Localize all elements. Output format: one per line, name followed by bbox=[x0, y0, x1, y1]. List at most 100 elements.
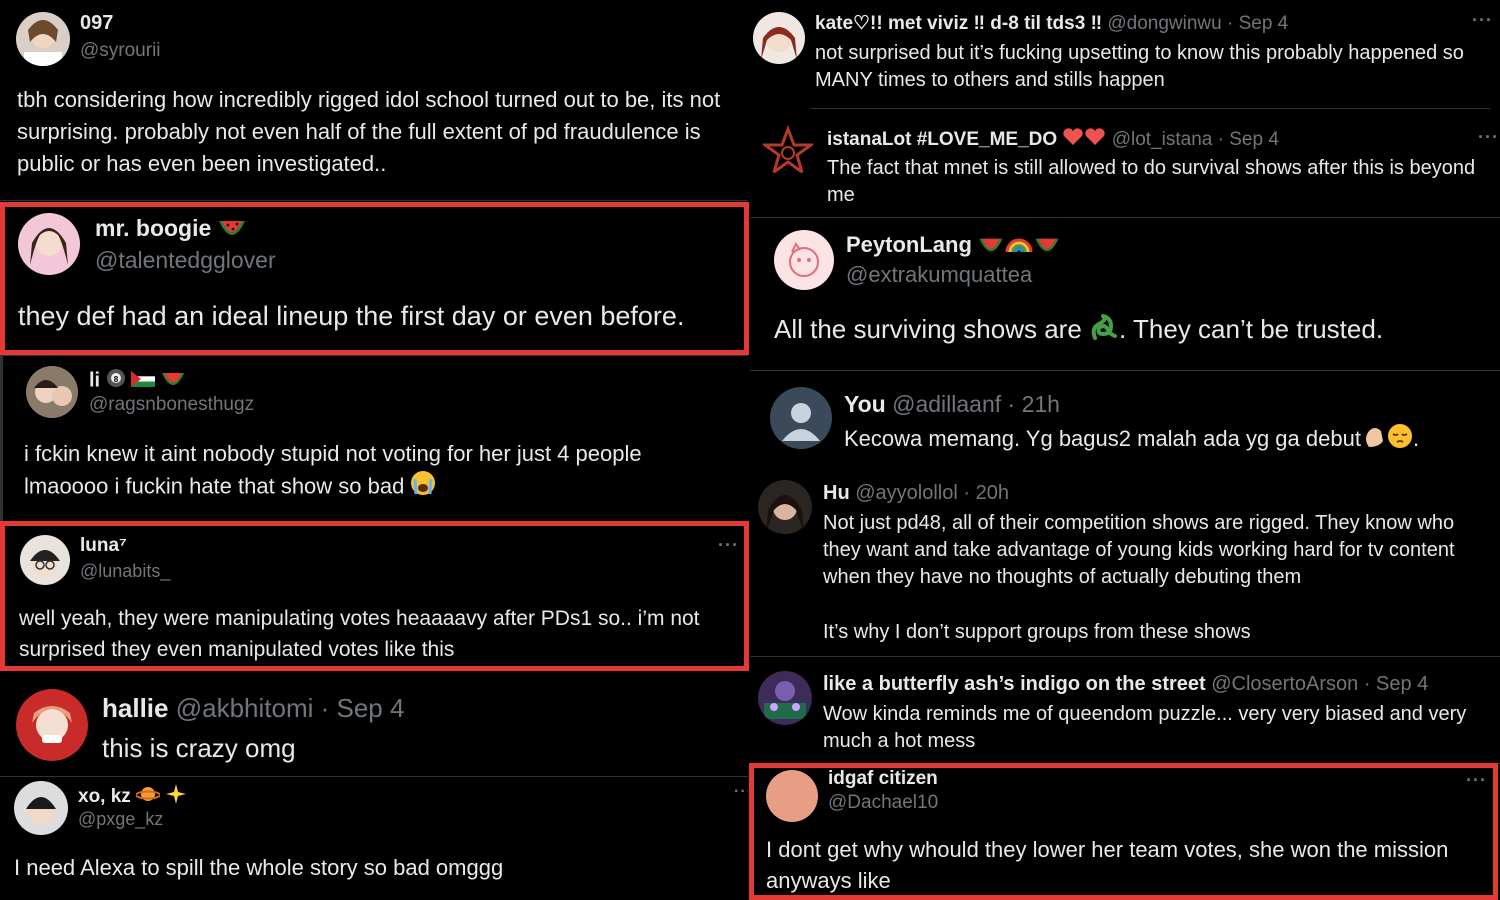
tweet-text-period: . bbox=[1412, 425, 1420, 451]
avatar[interactable] bbox=[770, 387, 832, 449]
display-name-row[interactable]: like a butterfly ash’s indigo on the str… bbox=[823, 673, 1428, 696]
display-name[interactable]: like a butterfly ash’s indigo on the str… bbox=[823, 673, 1206, 695]
reply-tweet[interactable]: hallie @akbhitomi · Sep 4 this is crazy … bbox=[0, 671, 748, 777]
timestamp[interactable]: · Sep 4 bbox=[1364, 673, 1428, 695]
display-name[interactable]: luna⁷ bbox=[80, 535, 127, 557]
reply-tweet[interactable]: idgaf citizen @Dachael10 ··· I dont get … bbox=[750, 764, 1500, 900]
avatar[interactable] bbox=[766, 770, 818, 822]
reply-tweet[interactable]: li 8 @ragsnbonesthugz i fckin knew it ai… bbox=[0, 356, 748, 523]
ringed-planet-emoji bbox=[135, 784, 162, 810]
avatar[interactable] bbox=[774, 230, 834, 290]
display-name[interactable]: istanaLot #LOVE_ME_DO bbox=[827, 129, 1057, 150]
sparkles-emoji bbox=[165, 783, 187, 811]
display-name[interactable]: You bbox=[844, 391, 886, 417]
display-name[interactable]: PeytonLang bbox=[846, 232, 972, 257]
avatar[interactable] bbox=[26, 366, 78, 418]
reply-tweet[interactable]: like a butterfly ash’s indigo on the str… bbox=[750, 657, 1500, 764]
display-name-row[interactable]: PeytonLang bbox=[846, 232, 1060, 260]
reply-tweet[interactable]: 097 @syrourii tbh considering how incred… bbox=[0, 0, 748, 201]
display-name-row[interactable]: xo, kz bbox=[78, 783, 187, 811]
tweet-text: not surprised but it’s fucking upsetting… bbox=[815, 42, 1464, 91]
user-handle[interactable]: @lot_istana bbox=[1112, 129, 1213, 150]
tweet-text: tbh considering how incredibly rigged id… bbox=[17, 87, 721, 176]
avatar[interactable] bbox=[753, 12, 805, 64]
snake-emoji bbox=[1089, 312, 1119, 350]
tweet-text: Kecowa memang. Yg bagus2 malah ada yg ga… bbox=[844, 425, 1361, 451]
display-name-row[interactable]: You @adillaanf · 21h bbox=[844, 391, 1060, 418]
avatar[interactable] bbox=[14, 781, 68, 835]
timestamp[interactable]: · 21h bbox=[1008, 391, 1060, 417]
display-name[interactable]: kate♡!! met viviz ‼ d-8 til tds3 ‼ bbox=[815, 13, 1102, 34]
avatar[interactable] bbox=[16, 12, 70, 66]
display-name-row[interactable]: mr. boogie bbox=[95, 215, 246, 243]
tweet-text: All the surviving shows are bbox=[774, 314, 1082, 344]
user-handle[interactable]: @adillaanf bbox=[892, 391, 1001, 417]
avatar[interactable] bbox=[758, 671, 812, 725]
pool-8-ball-emoji: 8 bbox=[106, 368, 126, 394]
tweet-text: . They can’t be trusted. bbox=[1119, 314, 1384, 344]
reply-tweet[interactable]: PeytonLang @extrakumquattea All the surv… bbox=[750, 218, 1500, 371]
display-name-row[interactable]: Hu @ayyolollol · 20h bbox=[823, 482, 1009, 505]
user-handle[interactable]: @ClosertoArson bbox=[1211, 673, 1358, 695]
reply-tweet[interactable]: kate♡!! met viviz ‼ d-8 til tds3 ‼ @dong… bbox=[750, 0, 1500, 108]
watermelon-emoji bbox=[1034, 233, 1060, 259]
thread-line bbox=[0, 356, 3, 522]
tweet-text: I need Alexa to spill the whole story so… bbox=[14, 855, 504, 880]
display-name-row[interactable]: li 8 bbox=[89, 368, 185, 394]
avatar[interactable] bbox=[758, 480, 812, 534]
tweet-text: Wow kinda reminds me of queendom puzzle.… bbox=[823, 703, 1467, 752]
avatar[interactable] bbox=[762, 125, 814, 177]
user-handle[interactable]: @ayyolollol bbox=[855, 482, 958, 504]
avatar[interactable] bbox=[20, 535, 70, 585]
reply-tweet[interactable]: luna⁷ @lunabits_ ··· well yeah, they wer… bbox=[0, 523, 748, 671]
display-name[interactable]: li bbox=[89, 369, 100, 391]
more-options-icon[interactable]: ··· bbox=[718, 535, 739, 556]
user-handle[interactable]: @ragsnbonesthugz bbox=[89, 394, 254, 416]
timestamp[interactable]: · Sep 4 bbox=[1218, 129, 1279, 150]
user-handle[interactable]: @talentedgglover bbox=[95, 247, 276, 274]
display-name[interactable]: mr. boogie bbox=[95, 215, 211, 241]
user-handle[interactable]: @pxge_kz bbox=[78, 809, 163, 830]
display-name-row[interactable]: hallie @akbhitomi · Sep 4 bbox=[102, 693, 404, 724]
tweet-text-paragraph: It’s why I don’t support groups from the… bbox=[823, 621, 1251, 643]
avatar[interactable] bbox=[18, 213, 80, 275]
display-name[interactable]: hallie bbox=[102, 693, 168, 723]
tweet-text: well yeah, they were manipulating votes … bbox=[19, 607, 700, 661]
more-options-icon[interactable]: ··· bbox=[1478, 127, 1499, 148]
reply-tweet[interactable]: Hu @ayyolollol · 20h Not just pd48, all … bbox=[750, 472, 1500, 657]
more-options-icon[interactable]: ··· bbox=[1466, 770, 1487, 791]
timestamp[interactable]: · Sep 4 bbox=[321, 693, 405, 723]
display-name-row[interactable]: kate♡!! met viviz ‼ d-8 til tds3 ‼ @dong… bbox=[815, 12, 1288, 35]
display-name[interactable]: idgaf citizen bbox=[828, 768, 938, 790]
user-handle[interactable]: @lunabits_ bbox=[80, 561, 170, 582]
crying-emoji bbox=[410, 470, 436, 505]
right-reply-column: kate♡!! met viviz ‼ d-8 til tds3 ‼ @dong… bbox=[750, 0, 1500, 900]
reply-tweet[interactable]: mr. boogie @talentedgglover they def had… bbox=[0, 201, 748, 356]
reply-tweet[interactable]: xo, kz @pxge_kz ··· I need Alexa to spil… bbox=[0, 777, 748, 900]
pinched-hand-emoji bbox=[1361, 423, 1387, 457]
user-handle[interactable]: @extrakumquattea bbox=[846, 262, 1032, 288]
user-handle[interactable]: @akbhitomi bbox=[176, 693, 314, 723]
pensive-emoji bbox=[1387, 423, 1413, 457]
tweet-text-row: i fckin knew it aint nobody stupid not v… bbox=[24, 438, 724, 505]
more-options-icon[interactable]: ··· bbox=[734, 783, 748, 801]
display-name[interactable]: Hu bbox=[823, 482, 850, 504]
tweet-text: Not just pd48, all of their competition … bbox=[823, 512, 1455, 588]
user-handle[interactable]: @Dachael10 bbox=[828, 792, 938, 814]
timestamp[interactable]: · Sep 4 bbox=[1227, 13, 1288, 34]
user-handle[interactable]: @syrourii bbox=[80, 40, 161, 62]
avatar[interactable] bbox=[16, 689, 88, 761]
reply-tweet[interactable]: You @adillaanf · 21h Kecowa memang. Yg b… bbox=[750, 371, 1500, 471]
display-name-row[interactable]: istanaLot #LOVE_ME_DO @lot_istana · Sep … bbox=[827, 127, 1279, 153]
display-name[interactable]: 097 bbox=[80, 12, 113, 35]
palestine-flag-emoji bbox=[131, 370, 156, 393]
more-options-icon[interactable]: ··· bbox=[1472, 10, 1493, 31]
timestamp[interactable]: · 20h bbox=[963, 482, 1009, 504]
tweet-text-row: All the surviving shows are . They can’t… bbox=[774, 312, 1474, 350]
display-name[interactable]: xo, kz bbox=[78, 786, 131, 807]
user-handle[interactable]: @dongwinwu bbox=[1107, 13, 1221, 34]
reply-tweet[interactable]: istanaLot #LOVE_ME_DO @lot_istana · Sep … bbox=[750, 109, 1500, 218]
heart-emoji bbox=[1062, 127, 1106, 153]
tweet-text: i fckin knew it aint nobody stupid not v… bbox=[24, 441, 642, 499]
tweet-text: The fact that mnet is still allowed to d… bbox=[827, 157, 1476, 206]
